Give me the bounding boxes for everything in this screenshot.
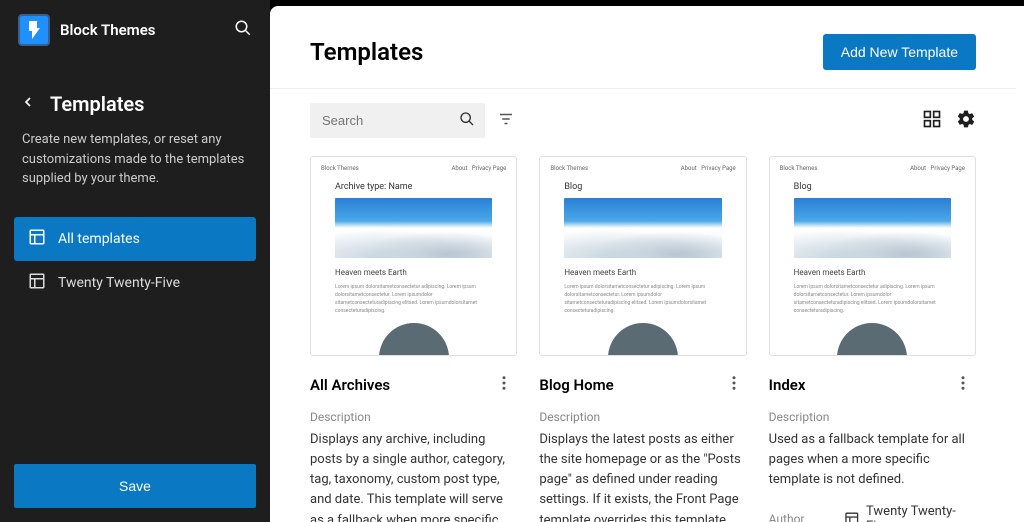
search-icon[interactable] — [234, 19, 252, 41]
sidebar-item-label: Twenty Twenty-Five — [58, 275, 180, 291]
card-description: Displays any archive, including posts by… — [310, 430, 517, 522]
template-thumbnail[interactable]: Block ThemesAbout Privacy Page Archive t… — [310, 156, 517, 356]
description-label: Description — [310, 410, 517, 424]
more-actions-icon[interactable] — [491, 370, 517, 400]
card-title: All Archives — [310, 376, 491, 394]
card-description: Displays the latest posts as either the … — [539, 430, 746, 522]
thumb-subheading: Heaven meets Earth — [564, 268, 721, 277]
template-card: Block ThemesAbout Privacy Page Archive t… — [310, 156, 517, 522]
site-logo[interactable] — [18, 14, 50, 46]
sidebar-title: Templates — [50, 92, 144, 116]
more-actions-icon[interactable] — [950, 370, 976, 400]
sidebar-item-theme[interactable]: Twenty Twenty-Five — [14, 261, 256, 305]
thumb-subheading: Heaven meets Earth — [335, 268, 492, 277]
sidebar-description: Create new templates, or reset any custo… — [0, 130, 270, 209]
filter-icon[interactable] — [497, 110, 515, 132]
thumb-heading: Archive type: Name — [335, 182, 492, 192]
layout-icon — [28, 272, 46, 294]
template-card: Block ThemesAbout Privacy Page Blog Heav… — [769, 156, 976, 522]
sidebar-item-label: All templates — [58, 231, 140, 247]
thumb-heading: Blog — [794, 182, 951, 192]
site-name: Block Themes — [60, 21, 234, 39]
more-actions-icon[interactable] — [721, 370, 747, 400]
description-label: Description — [539, 410, 746, 424]
back-icon[interactable] — [20, 94, 36, 114]
card-title: Index — [769, 376, 950, 394]
save-button[interactable]: Save — [14, 464, 256, 508]
description-label: Description — [769, 410, 976, 424]
sidebar-item-all-templates[interactable]: All templates — [14, 217, 256, 261]
search-icon[interactable] — [459, 111, 475, 131]
card-description: Used as a fallback template for all page… — [769, 430, 976, 490]
thumb-heading: Blog — [564, 182, 721, 192]
page-title: Templates — [310, 38, 823, 66]
thumb-subheading: Heaven meets Earth — [794, 268, 951, 277]
grid-view-icon[interactable] — [922, 109, 942, 133]
gear-icon[interactable] — [956, 109, 976, 133]
layout-icon — [28, 228, 46, 250]
template-thumbnail[interactable]: Block ThemesAbout Privacy Page Blog Heav… — [769, 156, 976, 356]
add-new-template-button[interactable]: Add New Template — [823, 34, 976, 70]
template-card: Block ThemesAbout Privacy Page Blog Heav… — [539, 156, 746, 522]
sidebar: Block Themes Templates Create new templa… — [0, 0, 270, 522]
author-label: Author — [769, 512, 805, 522]
card-author: Twenty Twenty-Five — [844, 504, 976, 522]
card-title: Blog Home — [539, 376, 720, 394]
template-thumbnail[interactable]: Block ThemesAbout Privacy Page Blog Heav… — [539, 156, 746, 356]
main-panel: Templates Add New Template Block ThemesA… — [270, 6, 1024, 522]
